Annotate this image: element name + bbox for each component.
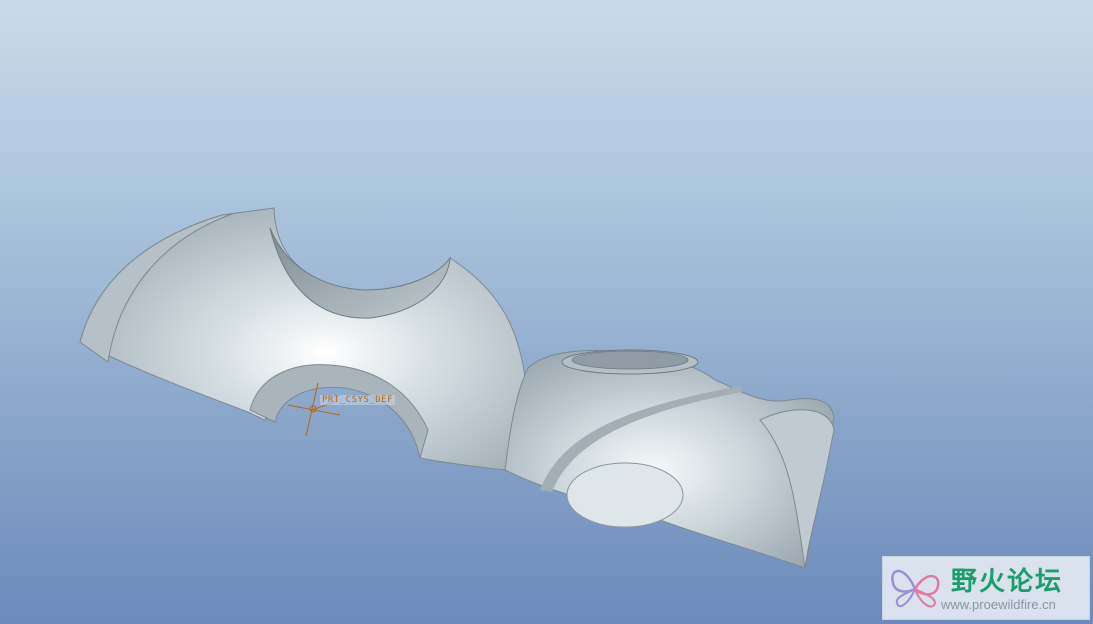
right-shell-part[interactable]: [504, 349, 835, 569]
left-shell-part[interactable]: [79, 207, 527, 471]
graphics-viewport[interactable]: PRT_CSYS_DEF: [0, 0, 1093, 624]
watermark-title: 野火论坛: [951, 567, 1064, 597]
watermark-url: www.proewildfire.cn: [941, 597, 1056, 612]
watermark-badge: 野火论坛 www.proewildfire.cn: [882, 556, 1090, 620]
csys-label: PRT_CSYS_DEF: [320, 395, 396, 405]
model-render[interactable]: [0, 0, 1093, 624]
butterfly-logo-icon: [891, 569, 940, 608]
